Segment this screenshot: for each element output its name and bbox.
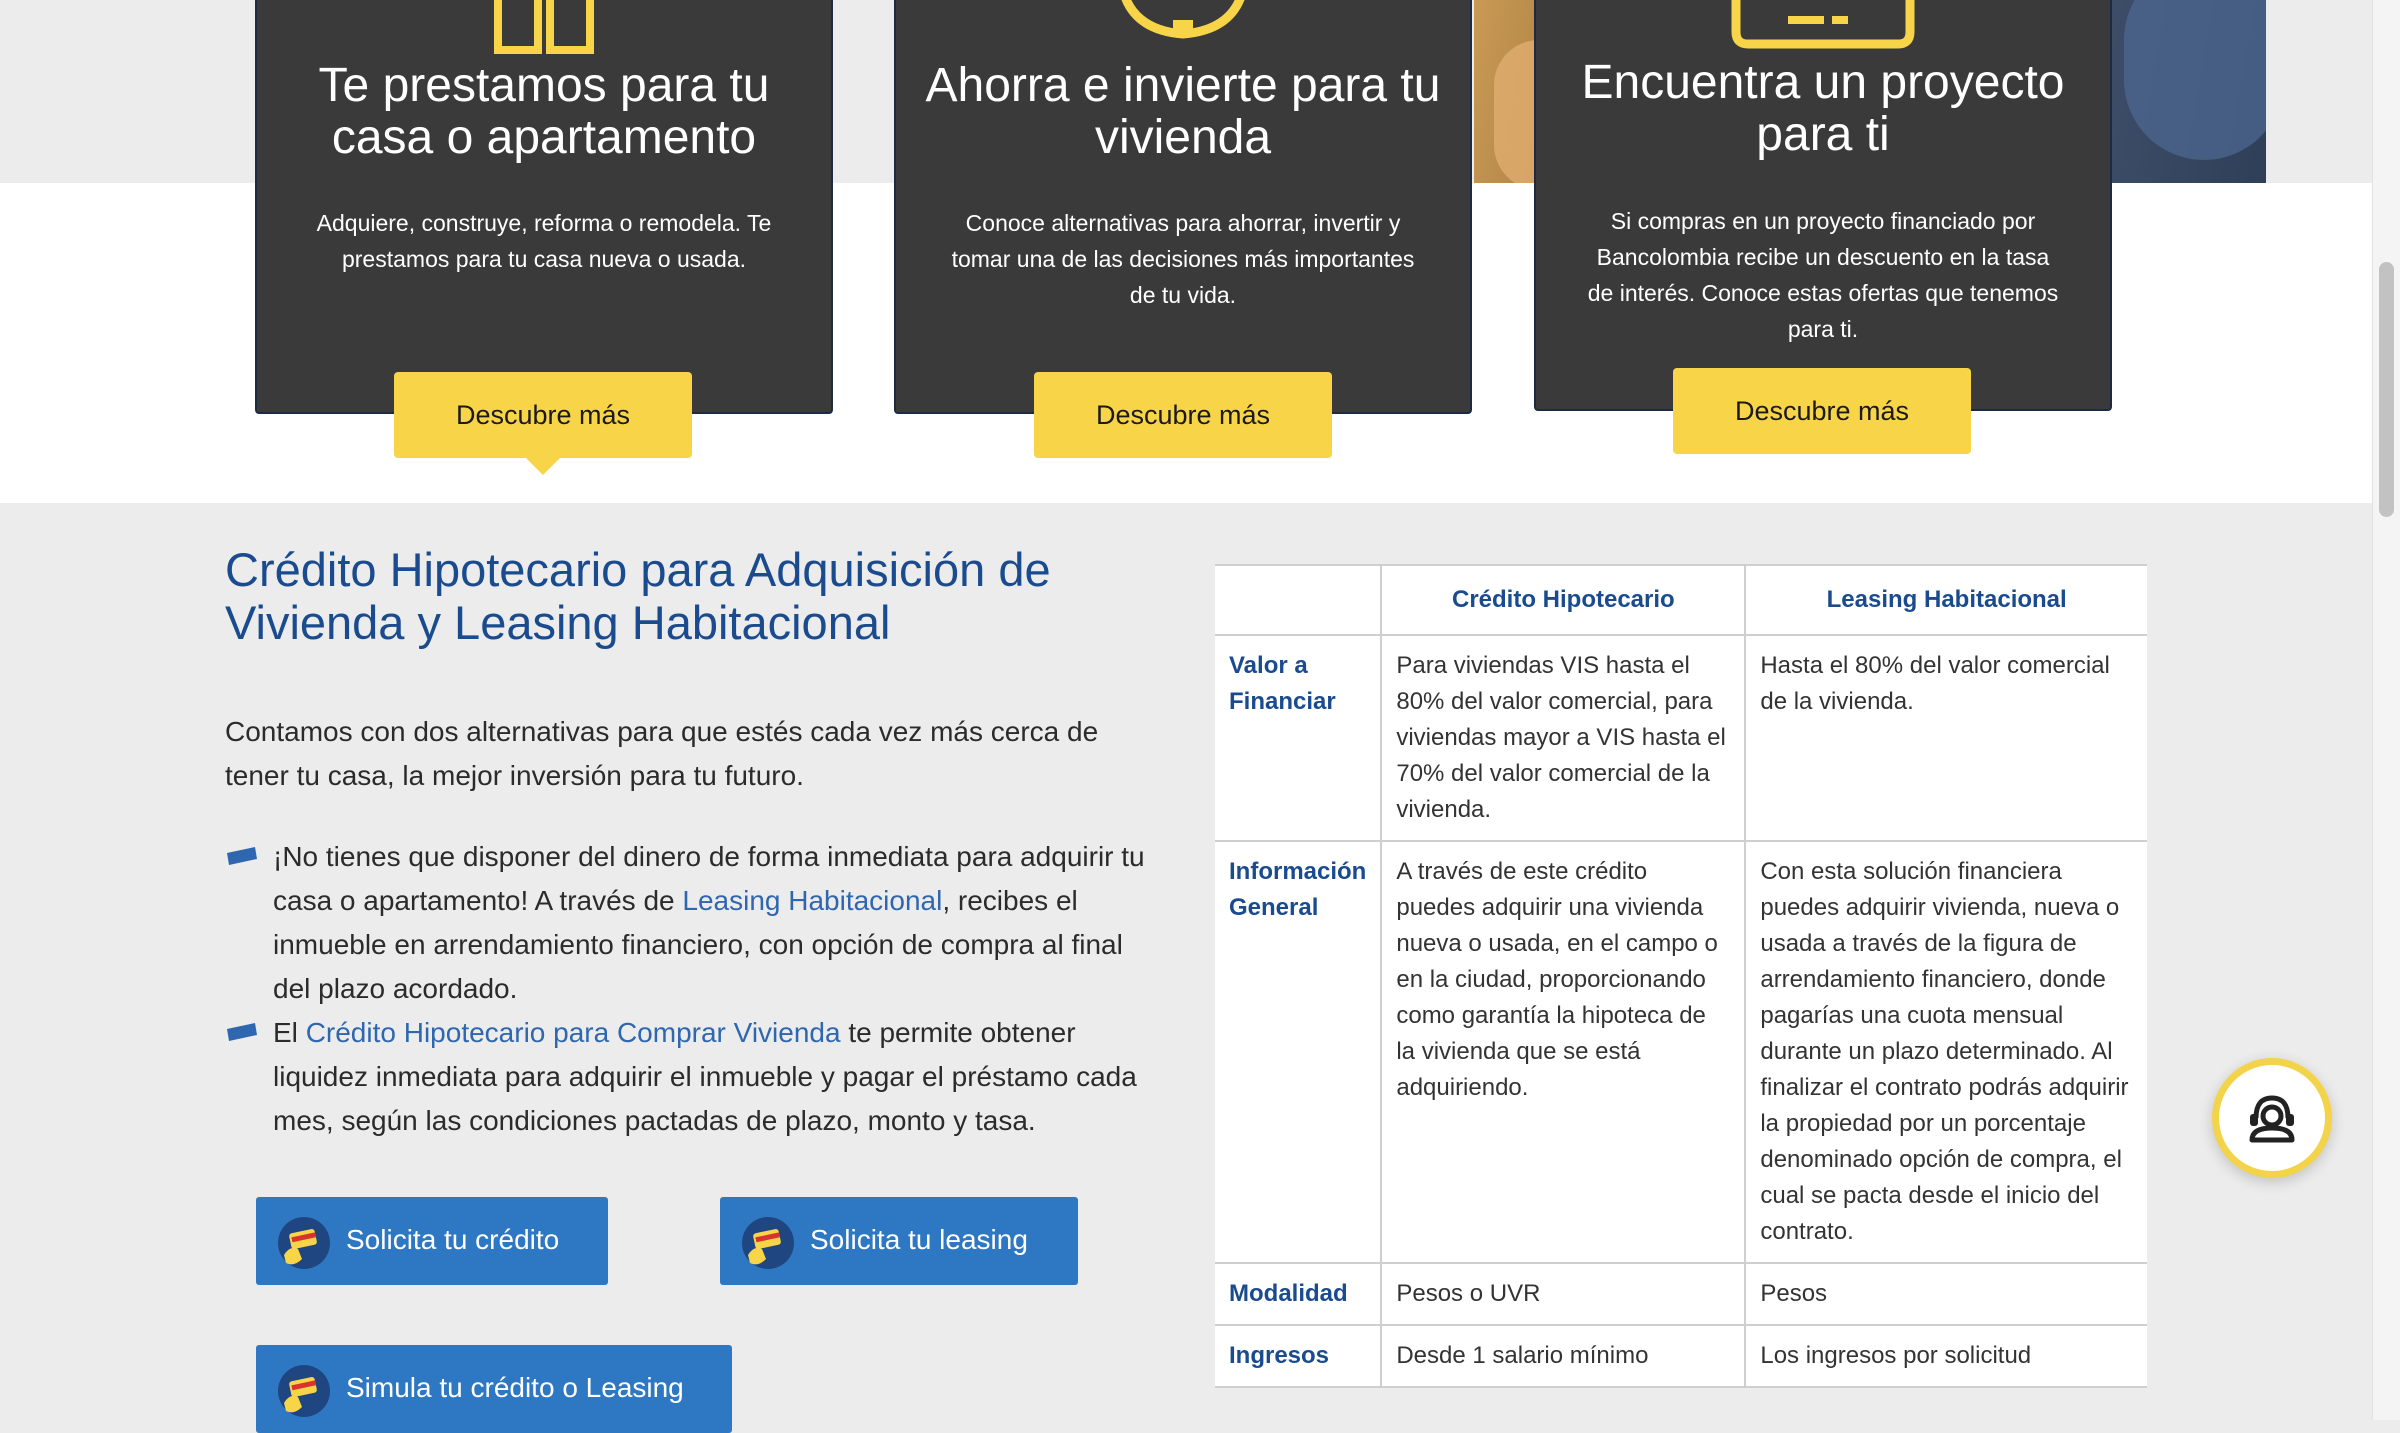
card-ahorra: Ahorra e invierte para tu vivienda Conoc… [894, 0, 1472, 414]
button-label: Descubre más [1095, 399, 1271, 430]
card-hand-icon [278, 1365, 330, 1417]
comparison-table: Crédito Hipotecario Leasing Habitacional… [1215, 564, 2147, 1388]
scrollbar-thumb[interactable] [2379, 262, 2394, 517]
table-cell: Los ingresos por solicitud [1744, 1324, 2147, 1388]
card-hand-icon [742, 1217, 794, 1269]
table-cell: Desde 1 salario mínimo [1380, 1324, 1747, 1388]
solicita-credito-button[interactable]: Solicita tu crédito [256, 1197, 608, 1285]
table-header-leasing: Leasing Habitacional [1744, 564, 2147, 636]
table-row: Información General A través de este cré… [1215, 840, 2147, 1264]
card-title: Ahorra e invierte para tu vivienda [925, 59, 1441, 164]
button-label: Descubre más [1734, 395, 1910, 426]
list-item: ¡No tienes que disponer del dinero de fo… [225, 835, 1155, 1011]
card-prestamos: Te prestamos para tu casa o apartamento … [255, 0, 833, 414]
list-item: El Crédito Hipotecario para Comprar Vivi… [225, 1011, 1155, 1143]
card-description: Conoce alternativas para ahorrar, invert… [951, 210, 1415, 308]
table-row: Modalidad Pesos o UVR Pesos [1215, 1262, 2147, 1326]
row-label: Modalidad [1215, 1262, 1383, 1326]
table-cell: Para viviendas VIS hasta el 80% del valo… [1380, 634, 1747, 842]
chat-agent-icon [2249, 1095, 2295, 1143]
section-title: Crédito Hipotecario para Adquisición de … [225, 543, 1051, 649]
page-scrollbar[interactable] [2372, 0, 2400, 1420]
button-label: Descubre más [455, 399, 631, 430]
card-hand-icon [278, 1217, 330, 1269]
chat-assistant-button[interactable] [2212, 1058, 2332, 1178]
table-row: Ingresos Desde 1 salario mínimo Los ingr… [1215, 1324, 2147, 1388]
card-title: Encuentra un proyecto para ti [1581, 56, 2065, 161]
table-header-credito: Crédito Hipotecario [1380, 564, 1747, 636]
button-label: Solicita tu crédito [346, 1224, 560, 1255]
piggy-bank-icon [1121, 0, 1245, 39]
row-label: Valor a Financiar [1215, 634, 1383, 842]
descubre-mas-button-prestamos[interactable]: Descubre más [394, 372, 692, 475]
card-title: Te prestamos para tu casa o apartamento [318, 59, 770, 164]
table-cell: Con esta solución financiera puedes adqu… [1744, 840, 2147, 1264]
button-label: Solicita tu leasing [810, 1224, 1028, 1255]
card-description: Si compras en un proyecto financiado por… [1587, 208, 2059, 342]
table-cell: Pesos [1744, 1262, 2147, 1326]
bullet-icon [227, 1023, 257, 1041]
solicita-leasing-button[interactable]: Solicita tu leasing [720, 1197, 1078, 1285]
descubre-mas-button-ahorra[interactable]: Descubre más [1034, 372, 1332, 458]
building-icon [494, 0, 594, 54]
table-header-row: Crédito Hipotecario Leasing Habitacional [1215, 564, 2147, 636]
bullet-icon [227, 847, 257, 865]
table-row: Valor a Financiar Para viviendas VIS has… [1215, 634, 2147, 842]
benefits-list: ¡No tienes que disponer del dinero de fo… [225, 835, 1155, 1143]
row-label: Ingresos [1215, 1324, 1383, 1388]
table-cell: A través de este crédito puedes adquirir… [1380, 840, 1747, 1264]
descubre-mas-button-proyecto[interactable]: Descubre más [1673, 368, 1971, 454]
card-description: Adquiere, construye, reforma o remodela.… [316, 210, 772, 272]
leasing-habitacional-link[interactable]: Leasing Habitacional [682, 885, 942, 916]
credito-hipotecario-link[interactable]: Crédito Hipotecario para Comprar Viviend… [306, 1017, 841, 1048]
bullet-text: El [273, 1017, 306, 1048]
active-pointer [526, 458, 560, 475]
table-header-empty [1215, 564, 1383, 636]
row-label: Información General [1215, 840, 1383, 1264]
intro-paragraph: Contamos con dos alternativas para que e… [225, 716, 1099, 791]
table-cell: Hasta el 80% del valor comercial de la v… [1744, 634, 2147, 842]
button-label: Simula tu crédito o Leasing [346, 1372, 684, 1403]
table-cell: Pesos o UVR [1380, 1262, 1747, 1326]
comparison-table-container: Crédito Hipotecario Leasing Habitacional… [1215, 564, 2147, 1420]
card-proyecto: Encuentra un proyecto para ti Si compras… [1534, 0, 2112, 411]
ticket-icon [1731, 0, 1915, 49]
